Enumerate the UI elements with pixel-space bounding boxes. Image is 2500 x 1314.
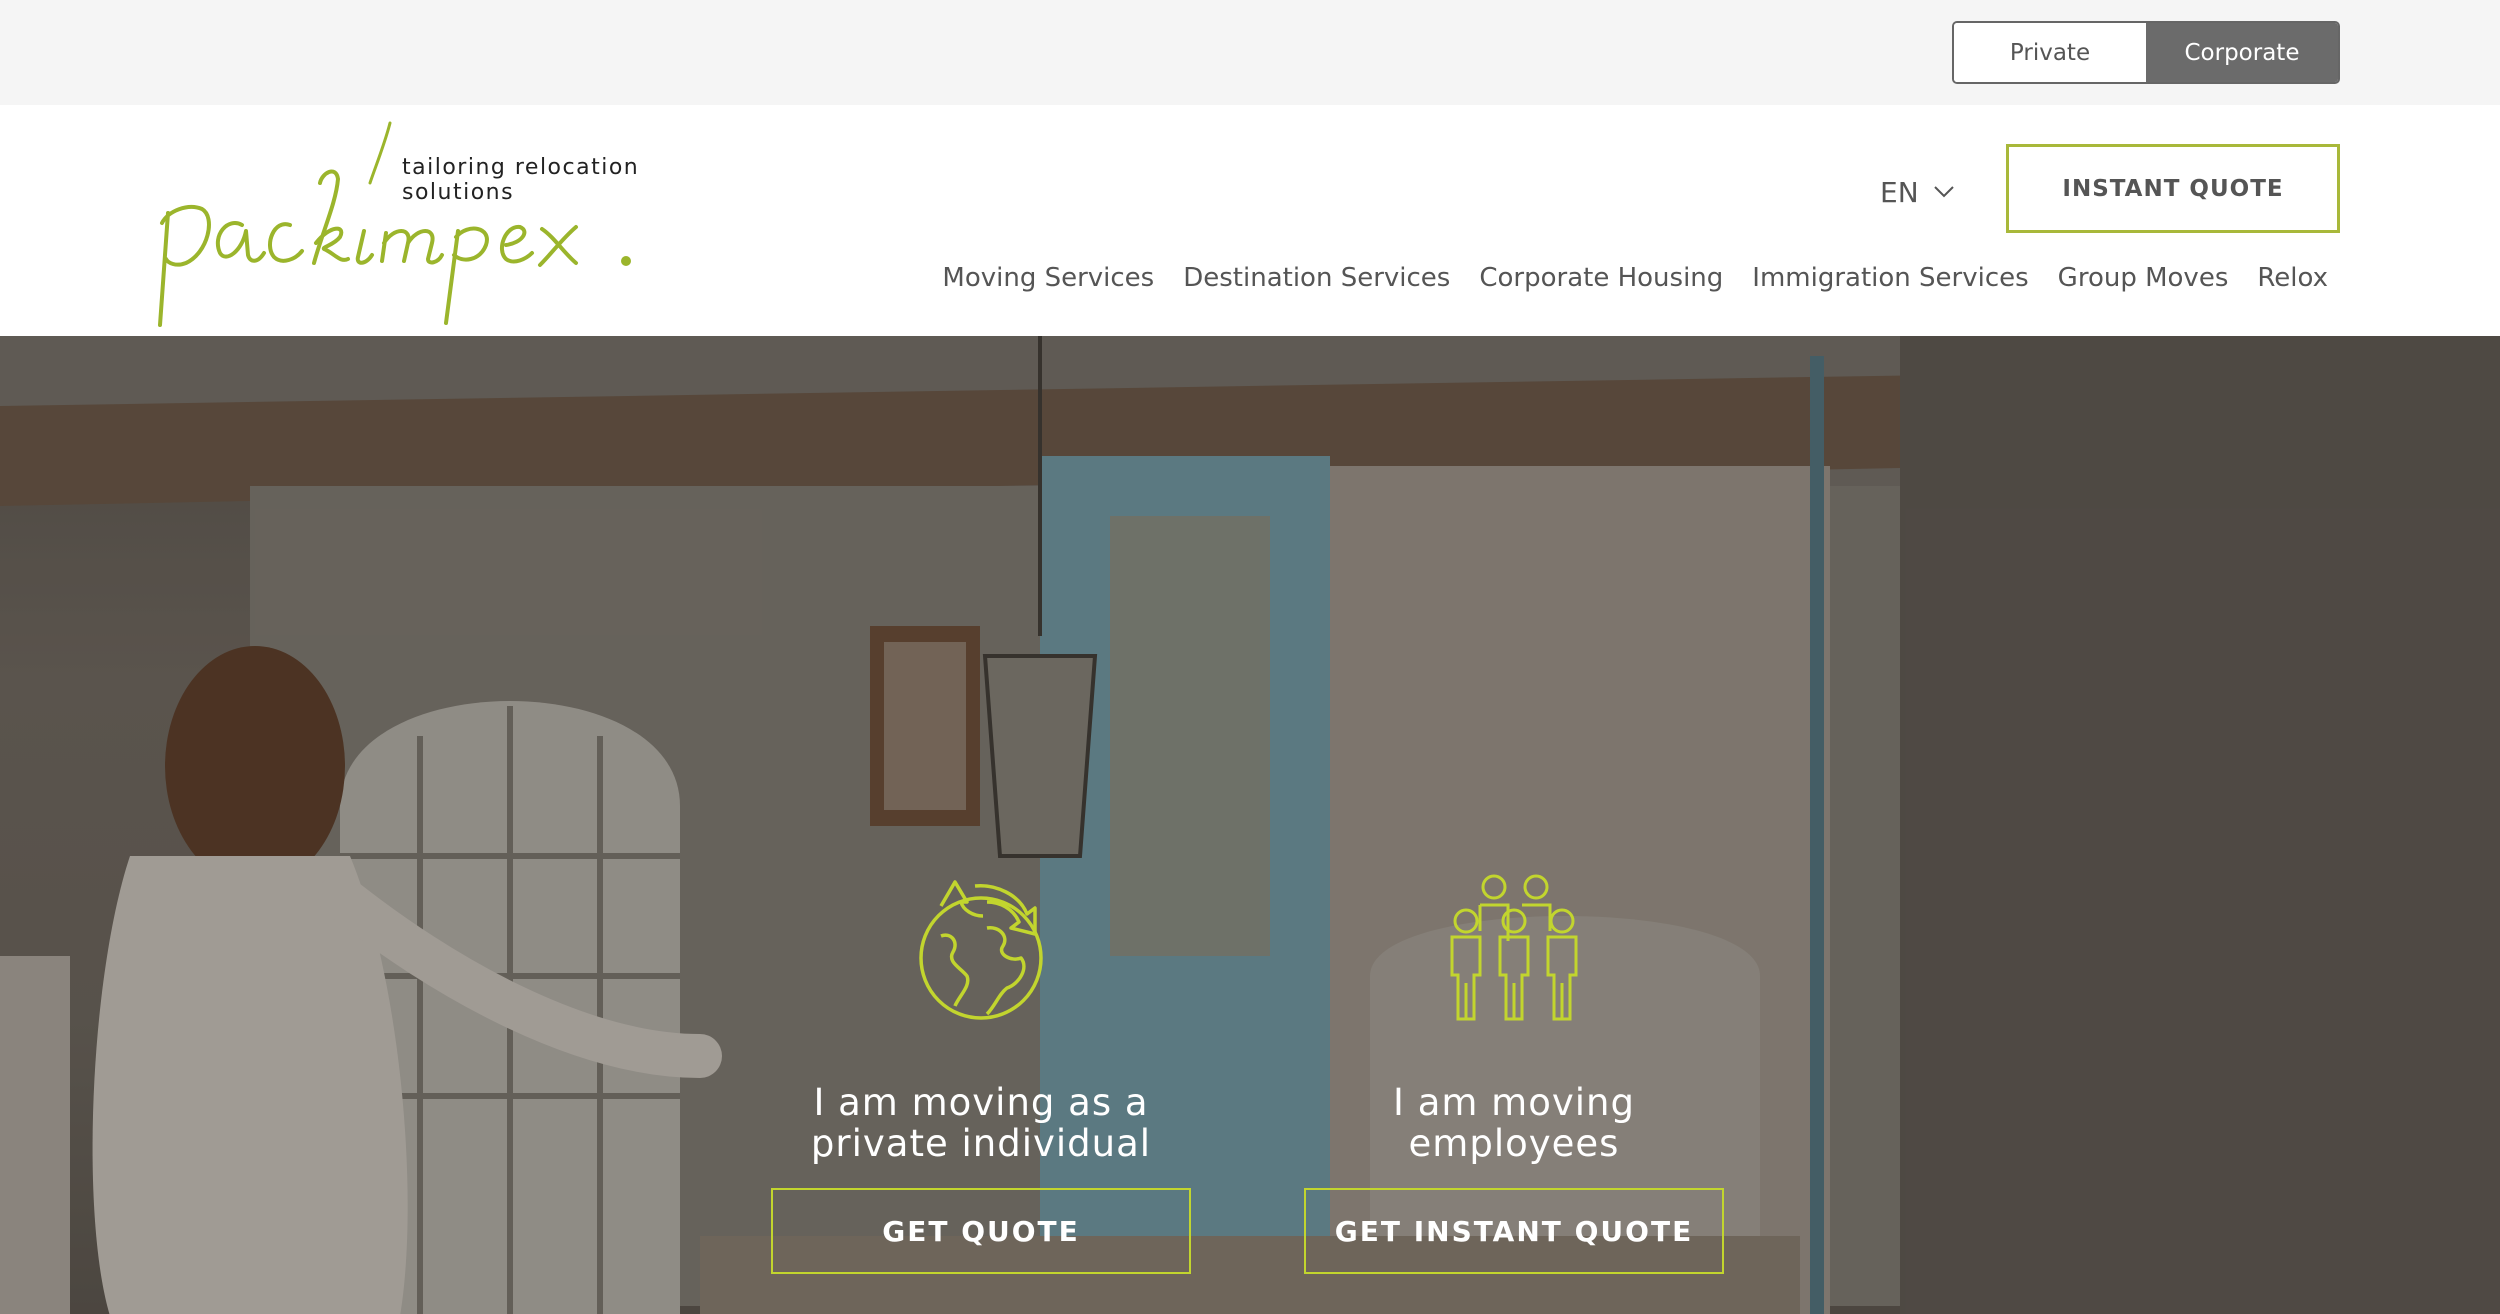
audience-toggle: Private Corporate bbox=[1952, 21, 2340, 84]
nav-destination-services[interactable]: Destination Services bbox=[1183, 263, 1450, 293]
nav-corporate-housing[interactable]: Corporate Housing bbox=[1479, 263, 1723, 293]
group-people-icon bbox=[1450, 874, 1578, 1021]
hero-section: I am moving as a private individual GET … bbox=[0, 336, 2500, 1314]
language-selector[interactable]: EN bbox=[1880, 167, 1955, 217]
get-instant-quote-button[interactable]: GET INSTANT QUOTE bbox=[1304, 1188, 1724, 1274]
logo-wordmark-graphic bbox=[158, 121, 631, 327]
packimpex-logo[interactable]: tailoring relocation solutions bbox=[150, 113, 750, 333]
nav-relox[interactable]: Relox bbox=[2257, 263, 2328, 293]
globe-arrows-icon bbox=[919, 880, 1043, 1020]
private-individual-choice: I am moving as a private individual GET … bbox=[766, 876, 1196, 1274]
main-nav: Moving Services Destination Services Cor… bbox=[942, 263, 2328, 293]
top-utility-bar: Private Corporate bbox=[0, 0, 2500, 105]
get-quote-button[interactable]: GET QUOTE bbox=[771, 1188, 1191, 1274]
corporate-toggle-option[interactable]: Corporate bbox=[2146, 23, 2338, 82]
instant-quote-button[interactable]: INSTANT QUOTE bbox=[2006, 144, 2340, 233]
logo-tagline: tailoring relocation solutions bbox=[402, 155, 640, 205]
moving-employees-choice: I am moving employees GET INSTANT QUOTE bbox=[1299, 871, 1729, 1274]
chevron-down-icon bbox=[1933, 186, 1954, 198]
private-toggle-option[interactable]: Private bbox=[1954, 23, 2146, 82]
language-code: EN bbox=[1880, 175, 1919, 209]
site-header: tailoring relocation solutions EN INSTAN… bbox=[0, 105, 2500, 336]
hero-dark-overlay bbox=[0, 336, 2500, 1314]
employees-choice-text: I am moving employees bbox=[1393, 1081, 1635, 1165]
nav-moving-services[interactable]: Moving Services bbox=[942, 263, 1154, 293]
nav-group-moves[interactable]: Group Moves bbox=[2058, 263, 2229, 293]
nav-immigration-services[interactable]: Immigration Services bbox=[1752, 263, 2028, 293]
private-choice-text: I am moving as a private individual bbox=[810, 1081, 1152, 1165]
